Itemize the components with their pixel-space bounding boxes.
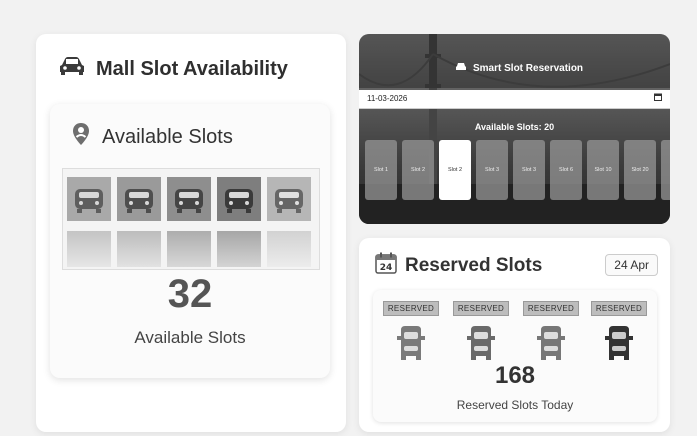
reserved-slot[interactable]: RESERVED xyxy=(589,298,649,367)
reservation-title: Smart Slot Reservation xyxy=(473,62,584,74)
car-icon xyxy=(451,322,511,367)
mall-availability-card: Mall Slot Availability Available Slots 3… xyxy=(36,34,346,432)
slot-option[interactable]: Sl xyxy=(661,140,670,200)
slot-option[interactable]: Slot 1 xyxy=(365,140,397,200)
calendar-icon[interactable] xyxy=(654,93,662,101)
slot-space xyxy=(267,231,311,267)
car-icon xyxy=(589,322,649,367)
slot-grid xyxy=(62,168,320,270)
slot-column[interactable] xyxy=(217,177,261,267)
car-icon xyxy=(381,322,441,367)
slot-option[interactable]: Slot 2 xyxy=(439,140,471,200)
reserved-slots-card: 24 Reserved Slots 24 Apr RESERVED RESERV… xyxy=(359,238,670,432)
slot-column[interactable] xyxy=(117,177,161,267)
slot-column[interactable] xyxy=(167,177,211,267)
reserved-count-label: Reserved Slots Today xyxy=(456,398,574,412)
slot-option[interactable]: Slot 2 xyxy=(402,140,434,200)
reserved-header: 24 Reserved Slots xyxy=(375,252,542,280)
car-icon xyxy=(267,177,311,221)
reserved-slot[interactable]: RESERVED xyxy=(521,298,581,367)
location-pin-icon xyxy=(72,122,90,152)
available-slots-count: Available Slots: 20 xyxy=(474,122,555,132)
date-input[interactable]: 11-03-2026 xyxy=(359,90,670,109)
slot-option[interactable]: Slot 6 xyxy=(550,140,582,200)
mall-availability-title: Mall Slot Availability xyxy=(96,57,288,80)
available-slots-title: Available Slots xyxy=(102,125,233,148)
calendar-icon: 24 xyxy=(375,252,397,280)
reservation-header xyxy=(359,34,670,88)
car-icon xyxy=(521,322,581,367)
reserved-badge: RESERVED xyxy=(382,301,440,316)
reserved-count: 168 xyxy=(494,362,536,389)
slot-space xyxy=(67,231,111,267)
reserved-badge: RESERVED xyxy=(522,301,580,316)
calendar-day: 24 xyxy=(380,263,393,273)
available-slots-header: Available Slots xyxy=(72,122,233,152)
car-icon xyxy=(58,56,86,82)
reserved-slots-panel: RESERVED RESERVED RESERVED RESERVED 168 … xyxy=(373,290,657,422)
date-badge[interactable]: 24 Apr xyxy=(605,254,658,276)
slot-space xyxy=(167,231,211,267)
reserved-title: Reserved Slots xyxy=(405,255,543,276)
mall-availability-header: Mall Slot Availability xyxy=(58,56,288,82)
car-icon xyxy=(117,177,161,221)
reserved-slot[interactable]: RESERVED xyxy=(451,298,511,367)
car-icon xyxy=(455,62,467,74)
reservation-title-row: Smart Slot Reservation xyxy=(455,62,583,74)
slot-option[interactable]: Slot 10 xyxy=(587,140,619,200)
slot-option[interactable]: Slot 3 xyxy=(476,140,508,200)
slot-column[interactable] xyxy=(267,177,311,267)
car-icon xyxy=(167,177,211,221)
car-icon xyxy=(217,177,261,221)
available-slots-card: Available Slots 32 Available Slots xyxy=(50,104,330,378)
slot-option[interactable]: Slot 20 xyxy=(624,140,656,200)
slot-column[interactable] xyxy=(67,177,111,267)
slot-space xyxy=(117,231,161,267)
reserved-badge: RESERVED xyxy=(590,301,648,316)
reserved-badge: RESERVED xyxy=(452,301,510,316)
available-count: 32 xyxy=(167,272,213,316)
available-count-label: Available Slots xyxy=(134,328,246,347)
slot-option[interactable]: Slot 3 xyxy=(513,140,545,200)
reserved-slot[interactable]: RESERVED xyxy=(381,298,441,367)
date-value: 11-03-2026 xyxy=(367,94,408,103)
slot-space xyxy=(217,231,261,267)
car-icon xyxy=(67,177,111,221)
smart-reservation-card: Smart Slot Reservation 11-03-2026 Availa… xyxy=(359,34,670,224)
